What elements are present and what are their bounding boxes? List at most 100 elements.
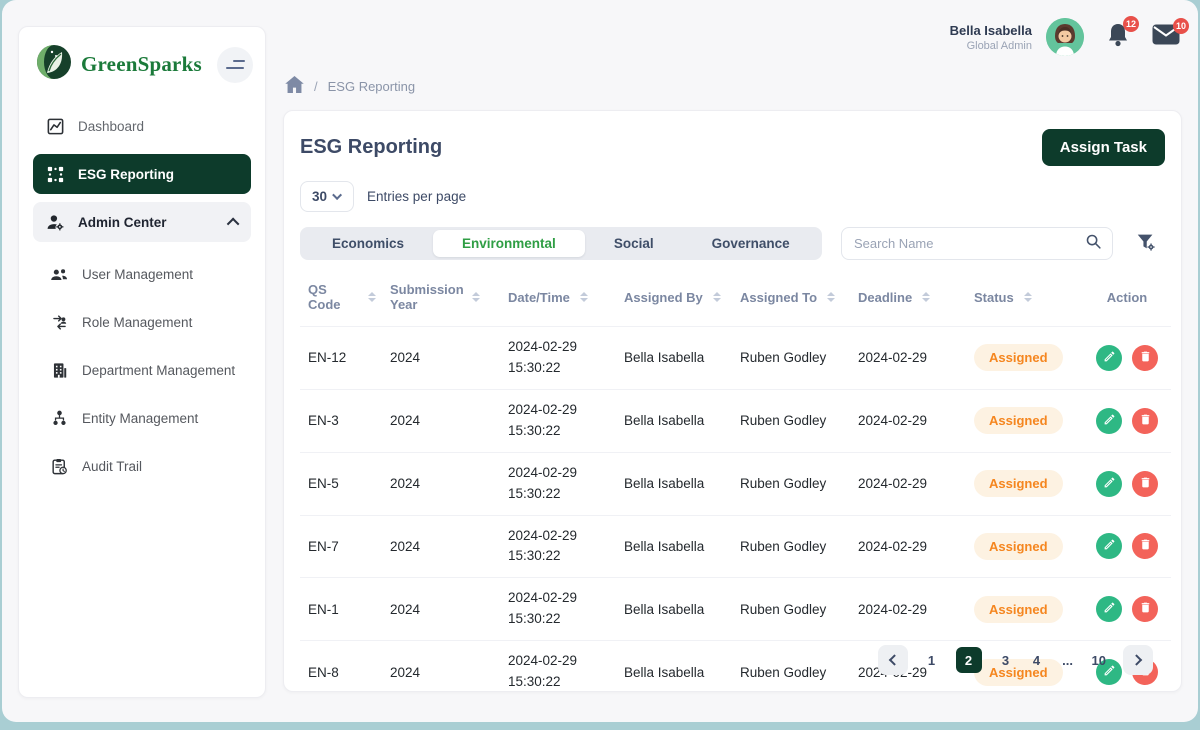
cell-action: [1081, 578, 1171, 641]
trash-icon: [1139, 538, 1152, 554]
hamburger-icon: [233, 60, 245, 62]
sidebar-item-admin-center[interactable]: Admin Center: [33, 202, 251, 242]
page-number-3[interactable]: 3: [999, 653, 1013, 668]
sort-icon: [922, 292, 930, 302]
table-row: EN-320242024-02-2915:30:22Bella Isabella…: [300, 389, 1171, 452]
cell-deadline: 2024-02-29: [850, 452, 966, 515]
cell-assigned-to: Ruben Godley: [732, 452, 850, 515]
home-icon[interactable]: [285, 76, 304, 96]
cell-qs-code: EN-5: [300, 452, 382, 515]
search-icon[interactable]: [1085, 233, 1102, 255]
sidebar-item-label: Role Management: [82, 315, 192, 330]
edit-button[interactable]: [1096, 471, 1122, 497]
cell-date-time: 2024-02-2915:30:22: [500, 327, 616, 390]
header-submission-year[interactable]: Submission Year: [382, 268, 500, 327]
tab-environmental[interactable]: Environmental: [433, 230, 585, 257]
delete-button[interactable]: [1132, 533, 1158, 559]
tab-governance[interactable]: Governance: [683, 230, 819, 257]
page-number-2-active[interactable]: 2: [956, 647, 982, 673]
cell-qs-code: EN-7: [300, 515, 382, 578]
cell-qs-code: EN-8: [300, 641, 382, 703]
page-title: ESG Reporting: [300, 136, 442, 159]
notification-count-badge: 12: [1123, 16, 1139, 32]
delete-button[interactable]: [1132, 345, 1158, 371]
cell-assigned-by: Bella Isabella: [616, 327, 732, 390]
delete-button[interactable]: [1132, 471, 1158, 497]
sidebar-item-esg-reporting[interactable]: ESG Reporting: [33, 154, 251, 194]
next-page-button[interactable]: [1123, 645, 1153, 675]
sidebar: GreenSparks Dashboard: [18, 26, 266, 698]
user-meta: Bella Isabella Global Admin: [950, 23, 1032, 52]
search-input[interactable]: [854, 236, 1077, 251]
page-number-10[interactable]: 10: [1092, 653, 1106, 668]
role-sync-person-icon: [49, 312, 69, 332]
chevron-left-icon: [888, 654, 899, 665]
sidebar-item-audit-trail[interactable]: Audit Trail: [37, 446, 251, 486]
pagination: 1 2 3 4 ... 10: [878, 645, 1153, 675]
cell-assigned-by: Bella Isabella: [616, 452, 732, 515]
header-qs-code[interactable]: QS Code: [300, 268, 382, 327]
avatar[interactable]: [1046, 18, 1084, 56]
trash-icon: [1139, 601, 1152, 617]
cell-deadline: 2024-02-29: [850, 327, 966, 390]
table-row: EN-120242024-02-2915:30:22Bella Isabella…: [300, 578, 1171, 641]
brand-row: GreenSparks: [19, 27, 265, 106]
header-assigned-to[interactable]: Assigned To: [732, 268, 850, 327]
edit-button[interactable]: [1096, 596, 1122, 622]
header-deadline[interactable]: Deadline: [850, 268, 966, 327]
cell-submission-year: 2024: [382, 515, 500, 578]
sidebar-item-entity-management[interactable]: Entity Management: [37, 398, 251, 438]
esg-grid-icon: [45, 164, 65, 184]
messages-button[interactable]: 10: [1152, 24, 1180, 50]
esg-table: QS Code Submission Year Date/Time Assign…: [300, 268, 1171, 703]
page-number-1[interactable]: 1: [925, 653, 939, 668]
sidebar-item-department-management[interactable]: Department Management: [37, 350, 251, 390]
cell-action: [1081, 515, 1171, 578]
edit-button[interactable]: [1096, 345, 1122, 371]
app-window: GreenSparks Dashboard: [2, 0, 1198, 722]
sidebar-item-label: Dashboard: [78, 119, 144, 134]
tab-economics[interactable]: Economics: [303, 230, 433, 257]
audit-clipboard-clock-icon: [49, 456, 69, 476]
sort-icon: [713, 292, 721, 302]
header-assigned-by[interactable]: Assigned By: [616, 268, 732, 327]
sidebar-item-role-management[interactable]: Role Management: [37, 302, 251, 342]
status-badge: Assigned: [974, 596, 1063, 623]
previous-page-button[interactable]: [878, 645, 908, 675]
header-date-time[interactable]: Date/Time: [500, 268, 616, 327]
delete-button[interactable]: [1132, 596, 1158, 622]
trash-icon: [1139, 413, 1152, 429]
breadcrumb-separator: /: [314, 79, 318, 94]
cell-status: Assigned: [966, 327, 1081, 390]
entries-per-page-select[interactable]: 30: [300, 181, 354, 212]
sidebar-item-label: Admin Center: [78, 215, 167, 230]
org-chart-icon: [49, 408, 69, 428]
page-number-4[interactable]: 4: [1030, 653, 1044, 668]
search-field: [841, 227, 1113, 260]
trash-icon: [1139, 476, 1152, 492]
sort-icon: [472, 292, 480, 302]
cell-assigned-by: Bella Isabella: [616, 578, 732, 641]
edit-button[interactable]: [1096, 533, 1122, 559]
sidebar-toggle-button[interactable]: [217, 47, 253, 83]
pencil-icon: [1103, 601, 1116, 617]
table-row: EN-520242024-02-2915:30:22Bella Isabella…: [300, 452, 1171, 515]
delete-button[interactable]: [1132, 408, 1158, 434]
edit-button[interactable]: [1096, 408, 1122, 434]
cell-date-time: 2024-02-2915:30:22: [500, 578, 616, 641]
sidebar-item-dashboard[interactable]: Dashboard: [33, 106, 251, 146]
status-badge: Assigned: [974, 470, 1063, 497]
chevron-up-icon: [227, 217, 240, 230]
user-block: Bella Isabella Global Admin 12: [950, 18, 1180, 56]
sidebar-item-user-management[interactable]: User Management: [37, 254, 251, 294]
assign-task-button[interactable]: Assign Task: [1042, 129, 1165, 166]
notifications-button[interactable]: 12: [1106, 22, 1130, 53]
cell-date-time: 2024-02-2915:30:22: [500, 452, 616, 515]
cell-action: [1081, 389, 1171, 452]
filter-button[interactable]: [1135, 231, 1157, 256]
tab-social[interactable]: Social: [585, 230, 683, 257]
sort-icon: [580, 292, 588, 302]
header-status[interactable]: Status: [966, 268, 1081, 327]
admin-center-submenu: User Management Role Management: [33, 250, 251, 486]
cell-assigned-by: Bella Isabella: [616, 389, 732, 452]
